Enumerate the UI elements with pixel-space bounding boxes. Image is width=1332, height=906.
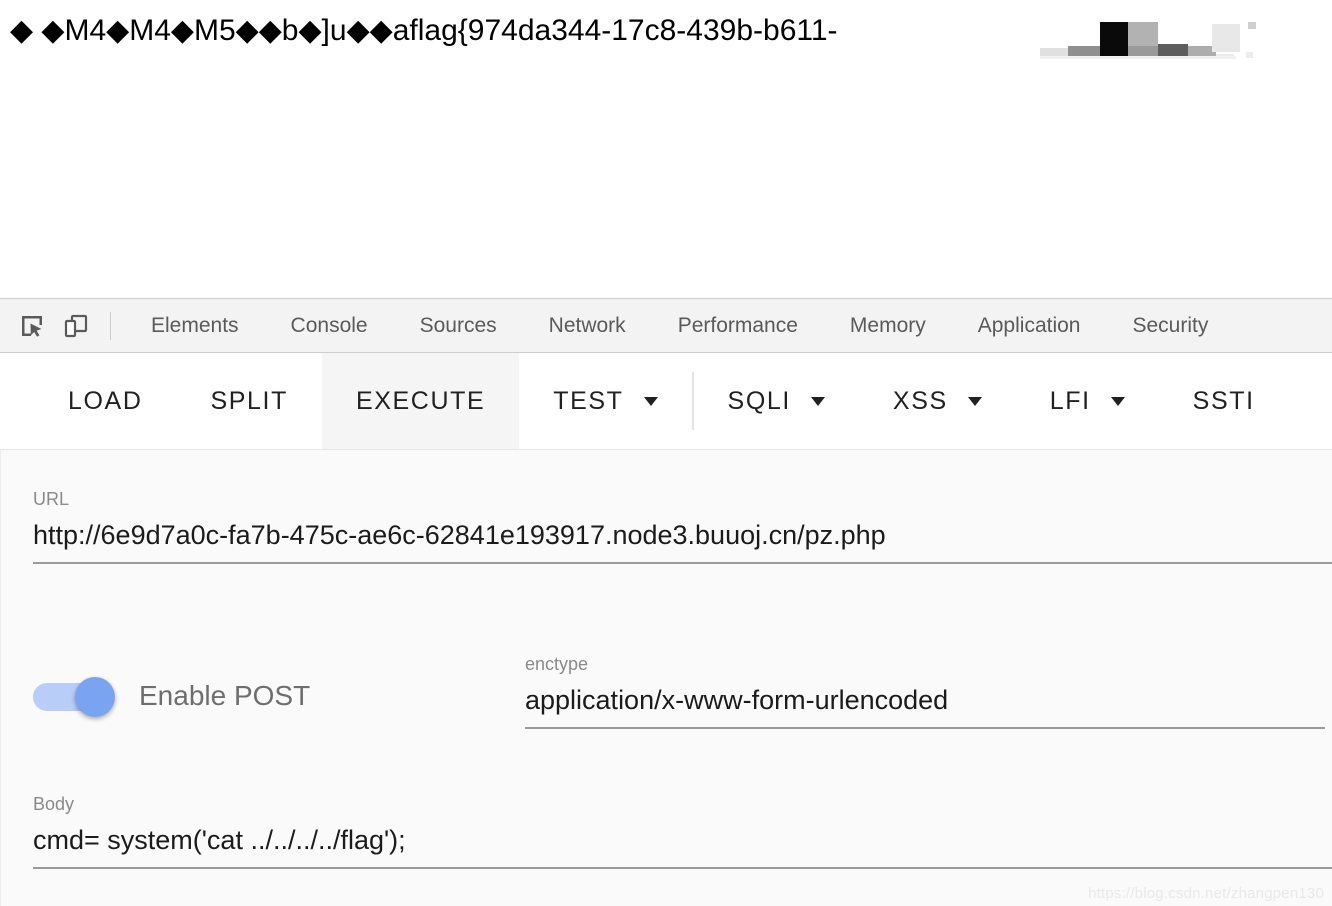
tab-security[interactable]: Security xyxy=(1106,299,1234,352)
toolbar-leading-spacer xyxy=(0,353,34,449)
tab-network[interactable]: Network xyxy=(523,299,652,352)
lfi-menu-button[interactable]: LFI xyxy=(1016,353,1159,449)
tab-sources[interactable]: Sources xyxy=(394,299,523,352)
toggle-thumb xyxy=(75,677,115,717)
tab-elements[interactable]: Elements xyxy=(125,299,265,352)
body-field-label: Body xyxy=(33,794,75,814)
enctype-field-group: enctype application/x-www-form-urlencode… xyxy=(525,653,1332,729)
tab-performance[interactable]: Performance xyxy=(652,299,824,352)
device-toolbar-icon[interactable] xyxy=(54,306,98,346)
body-field-group: Body cmd= system('cat ../../../../flag')… xyxy=(33,793,1332,869)
enable-post-row: Enable POST xyxy=(33,677,311,717)
inspect-element-icon[interactable] xyxy=(10,306,54,346)
watermark-text: https://blog.csdn.net/zhangpen130 xyxy=(1088,885,1324,902)
execute-button-label: EXECUTE xyxy=(355,386,486,415)
enctype-input[interactable]: application/x-www-form-urlencoded xyxy=(525,679,1332,721)
mosaic-redaction-overlay-secondary xyxy=(1210,14,1270,60)
tab-console[interactable]: Console xyxy=(265,299,394,352)
lfi-menu-label: LFI xyxy=(1049,386,1091,415)
devtools-tab-bar: Elements Console Sources Network Perform… xyxy=(0,298,1332,353)
hackbar-action-toolbar: LOAD SPLIT EXECUTE TEST SQLI XSS LFI SST… xyxy=(0,353,1332,450)
load-button-label: LOAD xyxy=(68,386,143,415)
toolbar-divider xyxy=(110,311,111,340)
ssti-menu-button[interactable]: SSTI xyxy=(1159,353,1289,449)
page-output-area: ◆ ◆M4◆M4◆M5◆◆b◆]u◆◆aflag{974da344-17c8-4… xyxy=(0,0,1332,298)
url-field-label: URL xyxy=(33,489,70,509)
body-input[interactable]: cmd= system('cat ../../../../flag'); xyxy=(33,819,1332,861)
ssti-menu-label: SSTI xyxy=(1192,386,1255,415)
chevron-down-icon xyxy=(1110,396,1125,406)
chevron-down-icon xyxy=(967,396,982,406)
test-menu-button[interactable]: TEST xyxy=(519,353,691,449)
chevron-down-icon xyxy=(643,396,658,406)
url-field-underline xyxy=(33,562,1332,564)
php-response-text: ◆ ◆M4◆M4◆M5◆◆b◆]u◆◆aflag{974da344-17c8-4… xyxy=(10,14,838,47)
devtools-tabs: Elements Console Sources Network Perform… xyxy=(125,299,1234,352)
split-button[interactable]: SPLIT xyxy=(176,353,321,449)
load-button[interactable]: LOAD xyxy=(34,353,176,449)
enctype-field-label: enctype xyxy=(525,654,589,674)
execute-button[interactable]: EXECUTE xyxy=(321,353,520,449)
xss-menu-label: XSS xyxy=(892,386,948,415)
enable-post-toggle[interactable] xyxy=(33,677,115,717)
url-input[interactable]: http://6e9d7a0c-fa7b-475c-ae6c-62841e193… xyxy=(33,514,1332,556)
sqli-menu-label: SQLI xyxy=(727,386,791,415)
body-field-underline xyxy=(33,867,1332,869)
enctype-field-underline xyxy=(525,727,1325,729)
sqli-menu-button[interactable]: SQLI xyxy=(694,353,859,449)
url-field-group: URL http://6e9d7a0c-fa7b-475c-ae6c-62841… xyxy=(33,488,1332,564)
test-menu-label: TEST xyxy=(553,386,624,415)
enable-post-label: Enable POST xyxy=(139,680,311,711)
tab-memory[interactable]: Memory xyxy=(824,299,952,352)
chevron-down-icon xyxy=(810,396,825,406)
tab-application[interactable]: Application xyxy=(952,299,1107,352)
xss-menu-button[interactable]: XSS xyxy=(859,353,1016,449)
hackbar-form-panel: URL http://6e9d7a0c-fa7b-475c-ae6c-62841… xyxy=(0,450,1332,906)
split-button-label: SPLIT xyxy=(210,386,288,415)
browser-window: ◆ ◆M4◆M4◆M5◆◆b◆]u◆◆aflag{974da344-17c8-4… xyxy=(0,0,1332,906)
